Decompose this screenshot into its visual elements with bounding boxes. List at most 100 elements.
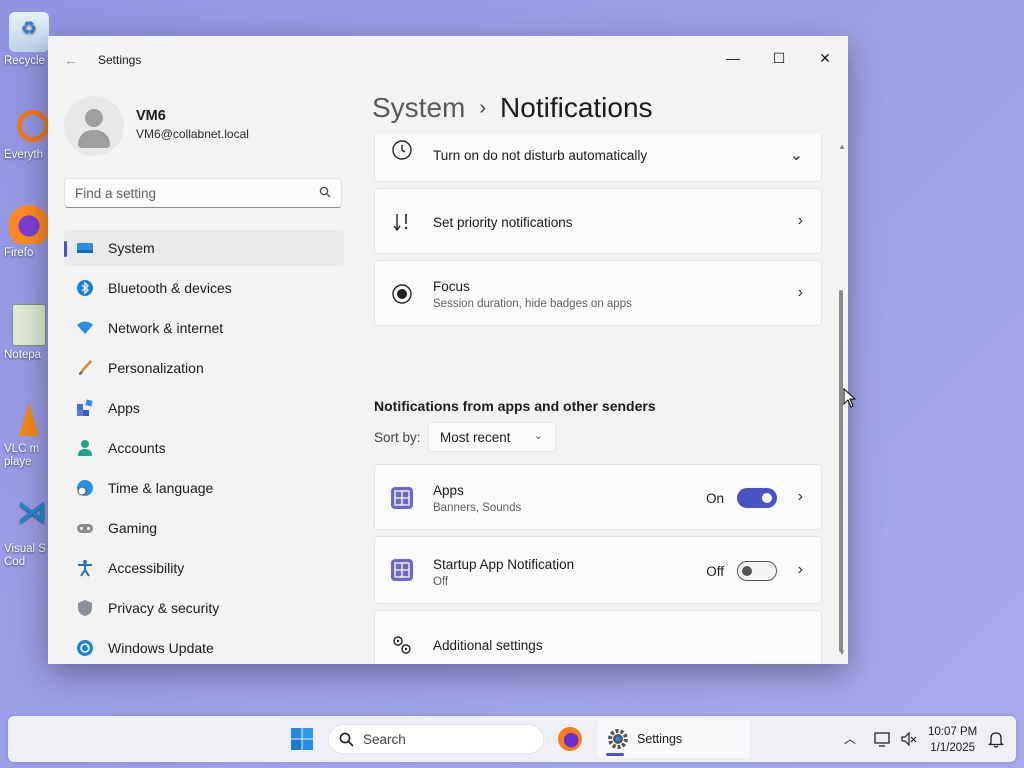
chevron-down-icon: ⌄: [533, 430, 543, 442]
priority-notifications-card[interactable]: Set priority notifications ›: [374, 188, 822, 254]
sidebar-item-personalization[interactable]: Personalization: [64, 350, 344, 386]
chevron-right-icon[interactable]: ›: [798, 561, 803, 579]
search-icon: [339, 732, 354, 747]
maximize-button[interactable]: ☐: [756, 42, 802, 74]
app-notification-types: Off: [433, 576, 449, 588]
sidebar-item-label: Accounts: [108, 440, 166, 456]
minimize-icon: —: [726, 50, 740, 66]
sidebar-item-gaming[interactable]: Gaming: [64, 510, 344, 546]
system-clock[interactable]: 10:07 PM 1/1/2025: [928, 724, 977, 756]
sidebar-item-bluetooth[interactable]: Bluetooth & devices: [64, 270, 344, 306]
settings-search-input[interactable]: Find a setting: [64, 178, 342, 208]
avatar: [64, 96, 124, 156]
scroll-thumb[interactable]: [839, 290, 843, 652]
focus-card[interactable]: Focus Session duration, hide badges on a…: [374, 260, 822, 326]
active-app-indicator: [606, 753, 624, 756]
sort-by-dropdown[interactable]: Most recent ⌄: [428, 422, 556, 452]
sidebar-item-label: Time & language: [108, 480, 214, 496]
additional-settings-card[interactable]: Additional settings: [374, 610, 822, 664]
sidebar-item-network[interactable]: Network & internet: [64, 310, 344, 346]
apps-icon: [77, 399, 93, 416]
vlc-cone-icon: [9, 400, 49, 440]
sidebar-item-accessibility[interactable]: Accessibility: [64, 550, 344, 586]
windows-start-icon[interactable]: [290, 727, 314, 751]
sort-by-value: Most recent: [440, 430, 511, 445]
app-name: Startup App Notification: [433, 557, 575, 572]
breadcrumb-parent[interactable]: System: [372, 92, 465, 123]
sidebar-item-system[interactable]: System: [64, 230, 344, 266]
sidebar-item-label: Personalization: [108, 360, 204, 376]
app-notification-row[interactable]: Startup App Notification Off Off ›: [374, 536, 822, 604]
priority-sort-icon: [393, 214, 408, 232]
title-bar[interactable]: ← Settings — ☐ ✕: [48, 36, 848, 84]
focus-icon: [392, 284, 412, 304]
user-name: VM6: [136, 108, 166, 124]
toggle-state-label: On: [705, 491, 724, 506]
wifi-icon: [77, 321, 93, 334]
notifications-content: Turn on do not disturb automatically ⌄ S…: [374, 134, 824, 664]
notepad-plus-icon: [12, 304, 46, 346]
sidebar-item-time-language[interactable]: Time & language: [64, 470, 344, 506]
shield-icon: [78, 600, 92, 616]
notification-toggle[interactable]: [737, 488, 777, 508]
firefox-icon: [9, 204, 49, 244]
user-email: VM6@collabnet.local: [136, 127, 249, 141]
gear-icon: [608, 729, 628, 749]
clock-schedule-icon: [392, 140, 412, 160]
sidebar-item-apps[interactable]: Apps: [64, 390, 344, 426]
brush-icon: [79, 360, 92, 375]
close-icon: ✕: [819, 49, 831, 66]
chevron-right-icon[interactable]: ›: [798, 488, 803, 506]
gamepad-icon: [77, 524, 93, 533]
back-arrow-icon[interactable]: ←: [64, 52, 78, 68]
sidebar-item-label: Accessibility: [108, 560, 185, 576]
app-name: Apps: [433, 483, 464, 498]
mouse-cursor-icon: [843, 388, 857, 408]
sidebar-nav: System Bluetooth & devices Network & int…: [64, 230, 344, 664]
chevron-right-icon: ›: [797, 212, 803, 229]
clock-time: 10:07 PM: [928, 726, 978, 738]
update-icon: [77, 640, 93, 656]
notification-toggle[interactable]: [737, 561, 777, 581]
bluetooth-icon: [77, 280, 93, 296]
app-tile-icon: [391, 559, 413, 581]
everything-icon: [9, 106, 49, 146]
search-placeholder: Find a setting: [75, 186, 157, 201]
clock-date: 1/1/2025: [930, 742, 975, 754]
monitor-icon: [77, 243, 93, 253]
sidebar-item-windows-update[interactable]: Windows Update: [64, 630, 344, 664]
dnd-automatic-card[interactable]: Turn on do not disturb automatically ⌄: [374, 134, 822, 182]
sidebar-item-label: Gaming: [108, 520, 158, 536]
setting-title: Focus: [433, 279, 470, 294]
sidebar-item-label: Privacy & security: [108, 600, 220, 616]
chevron-right-icon: ›: [797, 284, 803, 301]
taskbar: Search Settings ︿ 10:07 PM 1/1/2025: [8, 716, 1016, 762]
firefox-taskbar-icon[interactable]: [558, 727, 582, 751]
taskbar-settings-app[interactable]: Settings: [598, 720, 750, 758]
gears-icon: [393, 636, 411, 654]
minimize-button[interactable]: —: [710, 42, 756, 74]
sidebar-item-privacy[interactable]: Privacy & security: [64, 590, 344, 626]
accessibility-icon: [78, 560, 92, 577]
user-profile[interactable]: VM6 VM6@collabnet.local: [64, 96, 344, 166]
page-title: Notifications: [500, 92, 653, 123]
app-notification-row[interactable]: Apps Banners, Sounds On ›: [374, 464, 822, 530]
close-button[interactable]: ✕: [802, 42, 848, 74]
notification-bell-icon[interactable]: [988, 730, 1004, 748]
vscode-icon: ⋊: [17, 496, 47, 529]
breadcrumb: System › Notifications: [372, 92, 653, 124]
scroll-down-arrow-icon[interactable]: ▼: [838, 648, 846, 657]
volume-muted-icon[interactable]: [900, 731, 918, 747]
chevron-up-icon[interactable]: ︿: [844, 730, 856, 747]
sidebar-item-label: Windows Update: [108, 640, 214, 656]
recycle-bin-icon: ♻: [9, 12, 49, 52]
sidebar-item-accounts[interactable]: Accounts: [64, 430, 344, 466]
scroll-up-arrow-icon[interactable]: ▲: [838, 142, 846, 151]
network-icon[interactable]: [874, 731, 892, 747]
section-title: Notifications from apps and other sender…: [374, 398, 656, 414]
setting-title: Additional settings: [433, 638, 543, 653]
maximize-icon: ☐: [772, 49, 786, 66]
taskbar-search[interactable]: Search: [328, 724, 544, 754]
person-icon: [78, 440, 92, 456]
globe-clock-icon: [77, 480, 93, 496]
